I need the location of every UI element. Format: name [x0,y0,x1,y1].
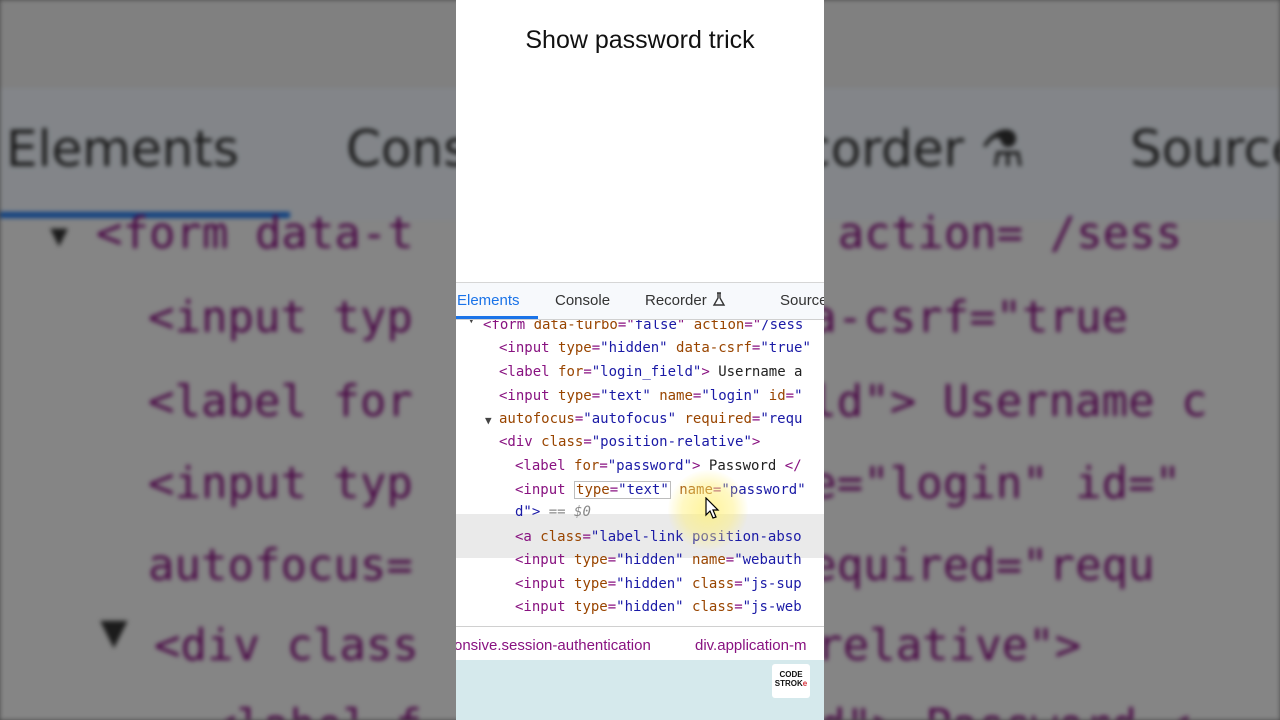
attr-name: type [574,599,608,615]
tag-input: <input [515,576,575,592]
attr-value: false [634,320,677,333]
bottom-area: CODE STROKe [456,660,824,720]
expand-triangle-icon[interactable]: ▾ [468,320,475,327]
attr-value: /sess [761,320,804,333]
tag-input: <input [499,340,559,356]
code-line-autofocus[interactable]: autofocus="autofocus" required="requ [499,410,802,428]
tag-div: <div [499,434,542,450]
code-line-input-jssup[interactable]: <input type="hidden" class="js-sup [515,575,802,593]
attr-value: "true" [760,340,811,356]
logo-line-1: CODE [779,670,803,679]
tab-recorder-label: Recorder [645,292,707,309]
code-line-input-login[interactable]: <input type="text" name="login" id=" [499,387,803,405]
tab-console[interactable]: Console [555,292,610,309]
attr-name: class [540,529,583,545]
logo-line-2: STROKe [772,679,810,688]
attr-value: "login_field" [591,364,702,380]
codestroke-logo: CODE STROKe [772,664,810,698]
elements-tree: ▾ <form data-turbo="false" action="/sess… [456,320,824,626]
attr-name: action [693,320,745,333]
devtools-tabbar: Elements Console Recorder Sources [456,283,824,320]
attr-value: "js-web [742,599,802,615]
tag-input: <input [515,599,575,615]
code-line-anchor[interactable]: <a class="label-link position-abso [515,528,802,546]
breadcrumb-item-application[interactable]: div.application-m [695,637,806,654]
attr-value: "hidden" [616,552,684,568]
breadcrumb: onsive.session-authentication div.applic… [456,626,824,662]
attr-value: "position-relative" [591,434,752,450]
attr-value: "hidden" [600,340,668,356]
attr-value: "webauth [734,552,802,568]
attr-value: "login" [701,388,761,404]
attr-value: "text" [600,388,651,404]
video-title: Show password trick [525,26,755,54]
attr-name: type [574,552,608,568]
code-line-div-position[interactable]: <div class="position-relative"> [499,433,760,451]
mouse-pointer-icon [705,497,720,519]
attr-value: "password" [607,458,693,474]
attr-eq: =" [617,320,635,333]
attr-value: "requ [760,411,803,427]
code-line-input-hidden[interactable]: <input type="hidden" data-csrf="true" [499,339,811,357]
console-ref-marker: == $0 [540,504,591,520]
code-line-input-webauth[interactable]: <input type="hidden" name="webauth [515,551,802,569]
attr-eq: =" [744,320,762,333]
attr-value: " [794,388,803,404]
attr-sep: " [676,320,694,333]
attr-name: type [558,340,592,356]
logo-line-2-accent: e [802,679,808,688]
attr-name: class [692,599,735,615]
tag-label: <label [499,364,559,380]
code-line-label-login[interactable]: <label for="login_field"> Username a [499,363,802,381]
tag-a: <a [515,529,541,545]
video-frame: Show password trick Elements Console Rec… [456,0,824,720]
devtools-panel: Elements Console Recorder Sources ▾ <for… [456,282,824,662]
tag-end: </ [784,458,802,474]
attr-value: "text" [618,482,669,498]
active-tab-underline [456,316,538,319]
flask-icon [712,292,725,306]
tag-label: <label [515,458,575,474]
code-line-input-password[interactable]: <input type="text" name="password" [515,481,806,499]
attr-name: autofocus [499,411,575,427]
code-line-input-jsweb[interactable]: <input type="hidden" class="js-web [515,598,802,616]
attr-name: type [558,388,592,404]
attr-name: for [558,364,584,380]
tag-input: <input [515,552,575,568]
breadcrumb-item-session[interactable]: onsive.session-authentication [456,637,651,654]
attribute-edit-box[interactable]: type="text" [574,481,671,499]
tag-close: > [751,434,761,450]
collapse-triangle-icon[interactable]: ▼ [485,414,492,427]
attr-name: required [684,411,752,427]
tag-input: <input [499,388,559,404]
logo-line-2-text: STROK [774,679,803,688]
tab-recorder[interactable]: Recorder [645,292,726,309]
attr-name: name [659,388,693,404]
tag-input: <input [515,482,575,498]
attr-value: "js-sup [742,576,802,592]
attr-value: d"> [515,504,541,520]
attr-name: id [768,388,786,404]
attr-name: class [541,434,584,450]
attr-name: name [692,552,726,568]
code-line-label-password[interactable]: <label for="password"> Password </ [515,457,802,475]
code-line-password-cont[interactable]: d"> == $0 [515,503,591,521]
attr-name: data-csrf [676,340,752,356]
attr-value: "hidden" [616,576,684,592]
attr-name: type [574,576,608,592]
attr-value: "hidden" [616,599,684,615]
label-text: Username a [709,364,803,380]
code-line-form[interactable]: <form data-turbo="false" action="/sess [483,320,803,334]
tab-sources[interactable]: Sources [780,292,824,309]
attr-name: for [574,458,600,474]
attr-name: type [576,482,610,498]
tag-form: <form [483,320,534,333]
attr-value: "autofocus" [583,411,677,427]
tab-elements[interactable]: Elements [457,292,520,309]
attr-name: class [692,576,735,592]
attr-name: data-turbo [533,320,618,333]
tag-close: > [701,364,710,380]
